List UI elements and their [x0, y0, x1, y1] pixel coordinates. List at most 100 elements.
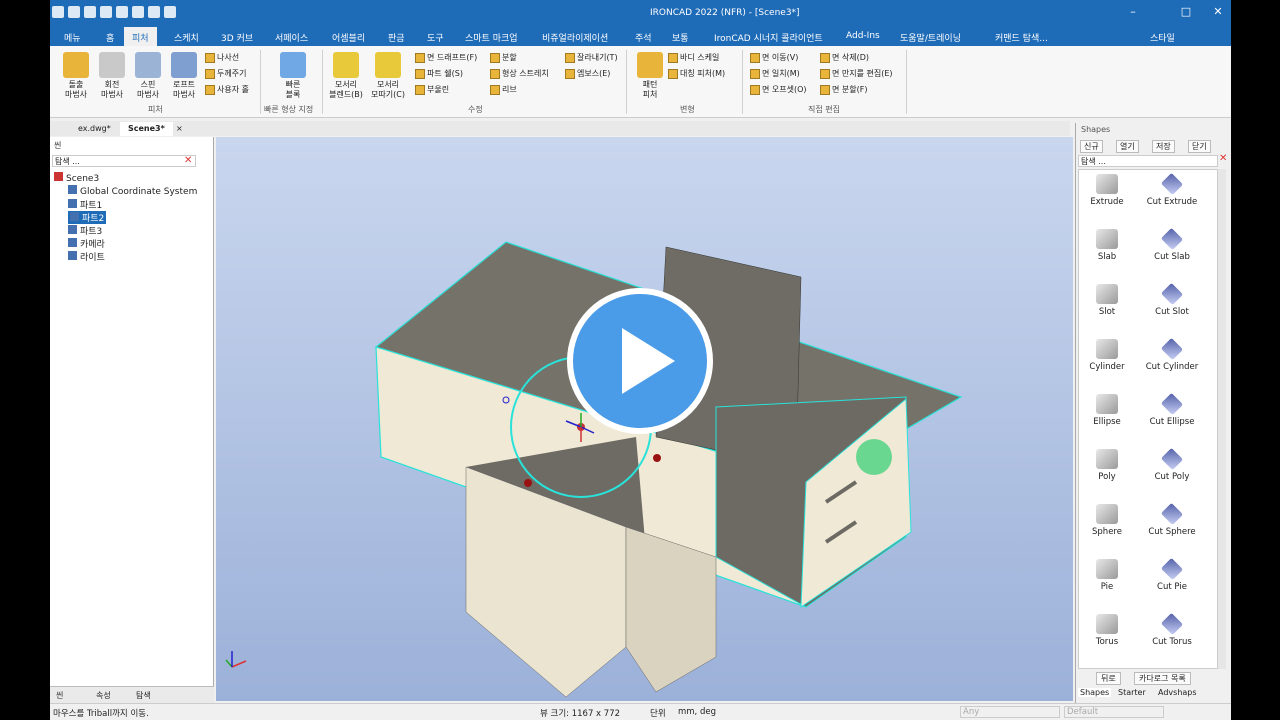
shape-pie[interactable]: Pie — [1079, 559, 1135, 592]
menu-item-15[interactable]: 도움말/트레이닝 — [900, 31, 961, 44]
shape-ellipse[interactable]: Ellipse — [1079, 394, 1135, 427]
shape-cut-extrude[interactable]: Cut Extrude — [1135, 172, 1209, 207]
filter-select[interactable]: Any — [960, 706, 1060, 718]
menu-item-11[interactable]: 주석 — [635, 31, 652, 44]
shape-extrude[interactable]: Extrude — [1079, 174, 1135, 207]
shape-cut-slot[interactable]: Cut Slot — [1135, 282, 1209, 317]
shape-cut-ellipse[interactable]: Cut Ellipse — [1135, 392, 1209, 427]
menu-item-6[interactable]: 어셈블리 — [332, 31, 365, 44]
minimize-button[interactable]: – — [1125, 5, 1141, 18]
shapes-tab-0[interactable]: Shapes — [1078, 688, 1112, 697]
tab-browse[interactable]: 탐색 — [136, 690, 151, 701]
ribbon-small-7[interactable]: 형상 스트레치 — [490, 68, 549, 79]
ribbon-small-14[interactable]: 면 일치(M) — [750, 68, 800, 79]
ribbon-button-2[interactable]: 스핀 마법사 — [130, 52, 166, 100]
menu-item-13[interactable]: IronCAD 시너지 콜라이언트 — [714, 31, 823, 44]
shapes-toolbar-1[interactable]: 열기 — [1116, 140, 1139, 153]
tab-scene[interactable]: 씬 — [56, 690, 63, 701]
ribbon-small-3[interactable]: 면 드래프트(F) — [415, 52, 477, 63]
shape-cut-cylinder[interactable]: Cut Cylinder — [1135, 337, 1209, 372]
open-icon[interactable] — [84, 6, 96, 18]
ribbon-small-18[interactable]: 면 분할(F) — [820, 84, 867, 95]
ribbon-small-17[interactable]: 면 만지를 편집(E) — [820, 68, 893, 79]
menu-item-10[interactable]: 비쥬얼라이제이션 — [542, 31, 608, 44]
clear-shapes-search-icon[interactable]: ✕ — [1219, 153, 1227, 164]
shapes-tab-2[interactable]: Advshaps — [1158, 688, 1197, 697]
shapes-toolbar-2[interactable]: 저장 — [1152, 140, 1175, 153]
menu-item-4[interactable]: 3D 커브 — [221, 31, 253, 44]
shape-poly[interactable]: Poly — [1079, 449, 1135, 482]
ribbon-small-5[interactable]: 부울린 — [415, 84, 449, 95]
save-icon[interactable] — [100, 6, 112, 18]
app-icon[interactable] — [52, 6, 64, 18]
ribbon-small-15[interactable]: 면 오프셋(O) — [750, 84, 807, 95]
menu-item-3[interactable]: 스케치 — [174, 31, 199, 44]
tab-properties[interactable]: 속성 — [96, 690, 111, 701]
scene-search-input[interactable]: 탐색 ... — [52, 155, 196, 167]
tree-item-3[interactable]: 파트2 — [68, 211, 107, 224]
ribbon-button-6[interactable]: 모서리 모따기(C) — [370, 52, 406, 100]
shape-cut-sphere[interactable]: Cut Sphere — [1135, 502, 1209, 537]
shape-slab[interactable]: Slab — [1079, 229, 1135, 262]
tree-item-2[interactable]: 파트1 — [68, 198, 102, 211]
shape-cylinder[interactable]: Cylinder — [1079, 339, 1135, 372]
tree-item-5[interactable]: 카메라 — [68, 237, 105, 250]
ribbon-small-12[interactable]: 대칭 피처(M) — [668, 68, 725, 79]
ribbon-small-10[interactable]: 엠보스(E) — [565, 68, 610, 79]
ribbon-button-5[interactable]: 모서리 블렌드(B) — [328, 52, 364, 100]
tab-scene3[interactable]: Scene3* — [120, 122, 173, 136]
style-select[interactable]: Default — [1064, 706, 1164, 718]
menu-item-17[interactable]: 스타일 — [1150, 31, 1175, 44]
ribbon-button-7[interactable]: 패턴 피처 — [632, 52, 668, 100]
shape-cut-pie[interactable]: Cut Pie — [1135, 557, 1209, 592]
ribbon-small-13[interactable]: 면 이동(V) — [750, 52, 798, 63]
ribbon-small-0[interactable]: 나사선 — [205, 52, 239, 63]
ribbon-small-4[interactable]: 파트 쉘(S) — [415, 68, 463, 79]
tab-close-icon[interactable]: × — [168, 122, 191, 136]
ribbon-small-9[interactable]: 잘라내기(T) — [565, 52, 618, 63]
menu-item-12[interactable]: 보통 — [672, 31, 689, 44]
menu-item-1[interactable]: 홈 — [106, 31, 114, 44]
units-value[interactable]: mm, deg — [678, 707, 716, 717]
shapes-tab-1[interactable]: Starter — [1118, 688, 1146, 697]
shapes-scrollbar[interactable] — [1218, 169, 1226, 669]
shape-sphere[interactable]: Sphere — [1079, 504, 1135, 537]
close-button[interactable]: ✕ — [1210, 5, 1226, 18]
shapes-nav-1[interactable]: 카다로그 목록 — [1134, 672, 1191, 685]
menu-item-0[interactable]: 메뉴 — [64, 31, 81, 44]
tree-item-0[interactable]: Scene3 — [54, 172, 99, 184]
shape-cut-poly[interactable]: Cut Poly — [1135, 447, 1209, 482]
ribbon-small-2[interactable]: 사용자 홀 — [205, 84, 249, 95]
clear-search-icon[interactable]: ✕ — [184, 155, 192, 166]
shapes-toolbar-3[interactable]: 닫기 — [1188, 140, 1211, 153]
menu-item-9[interactable]: 스마트 마크업 — [465, 31, 518, 44]
shape-cut-slab[interactable]: Cut Slab — [1135, 227, 1209, 262]
shapes-toolbar-0[interactable]: 신규 — [1080, 140, 1103, 153]
ribbon-button-4[interactable]: 빠른 블록 — [275, 52, 311, 100]
menu-item-7[interactable]: 판금 — [388, 31, 405, 44]
menu-item-16[interactable]: 커맨드 탐색... — [995, 31, 1048, 44]
close-doc-icon[interactable] — [116, 6, 128, 18]
shapes-search-input[interactable]: 탐색 ... — [1078, 155, 1218, 167]
ribbon-small-1[interactable]: 두께주기 — [205, 68, 246, 79]
ribbon-small-6[interactable]: 분할 — [490, 52, 517, 63]
shape-torus[interactable]: Torus — [1079, 614, 1135, 647]
video-play-button[interactable] — [567, 288, 713, 434]
tree-item-4[interactable]: 파트3 — [68, 224, 102, 237]
ribbon-button-1[interactable]: 회전 마법사 — [94, 52, 130, 100]
redo-icon[interactable] — [164, 6, 176, 18]
shape-slot[interactable]: Slot — [1079, 284, 1135, 317]
undo-icon[interactable] — [148, 6, 160, 18]
new-icon[interactable] — [68, 6, 80, 18]
ribbon-button-0[interactable]: 돌출 마법사 — [58, 52, 94, 100]
maximize-button[interactable]: □ — [1178, 5, 1194, 18]
tab-ex-dwg[interactable]: ex.dwg* — [70, 122, 119, 136]
shape-cut-torus[interactable]: Cut Torus — [1135, 612, 1209, 647]
tree-item-1[interactable]: Global Coordinate System — [68, 185, 197, 197]
print-icon[interactable] — [132, 6, 144, 18]
ribbon-button-3[interactable]: 로프트 마법사 — [166, 52, 202, 100]
tree-item-6[interactable]: 라이트 — [68, 250, 105, 263]
menu-item-8[interactable]: 도구 — [427, 31, 444, 44]
menu-item-14[interactable]: Add-Ins — [846, 31, 880, 41]
ribbon-small-16[interactable]: 면 삭제(D) — [820, 52, 869, 63]
